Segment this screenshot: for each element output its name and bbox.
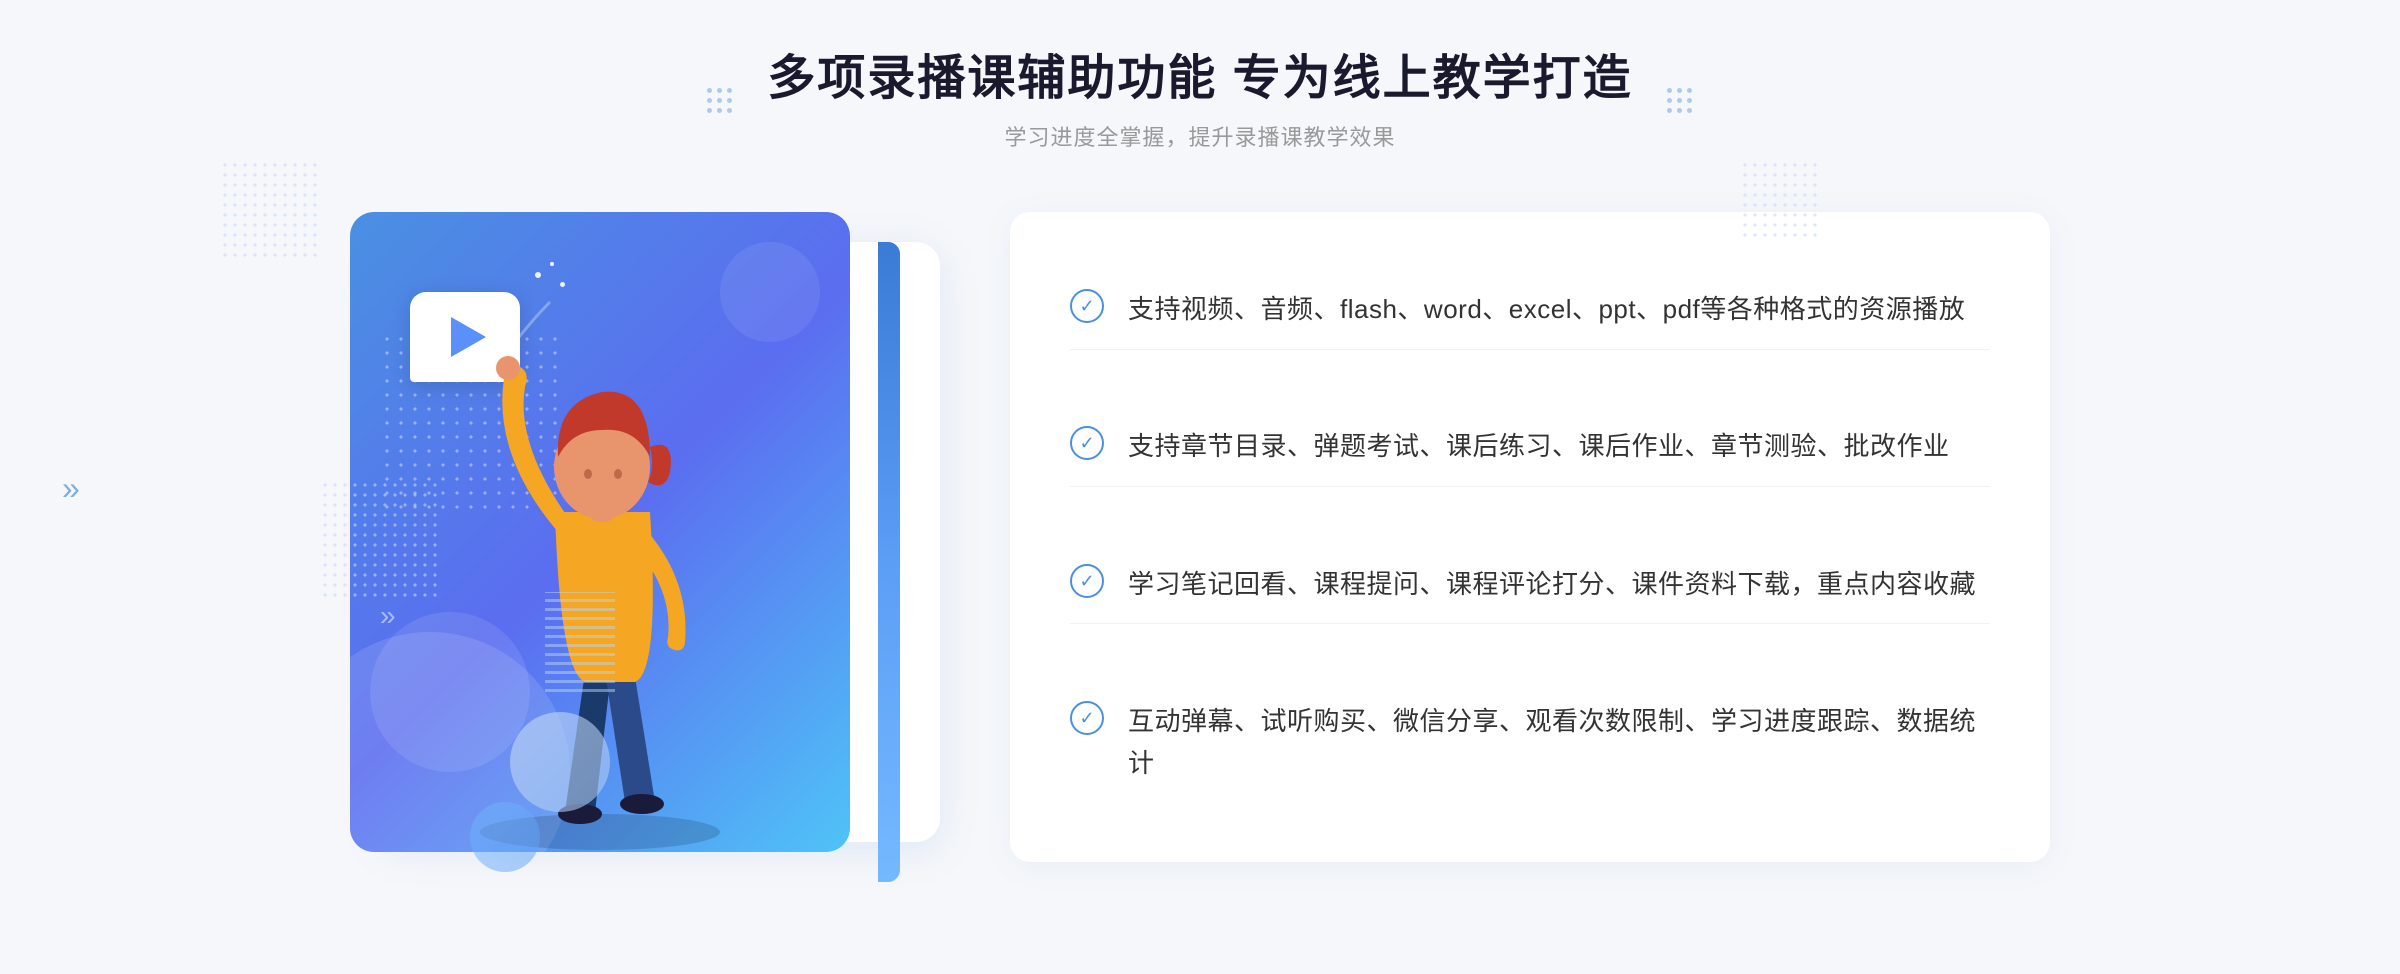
check-circle-1: ✓ [1070,289,1104,323]
feature-text-1: 支持视频、音频、flash、word、excel、ppt、pdf等各种格式的资源… [1128,289,1965,331]
feature-item-2: ✓ 支持章节目录、弹题考试、课后练习、课后作业、章节测验、批改作业 [1070,408,1990,487]
double-arrow-blue-icon: » [380,600,396,632]
content-area: » [350,192,2050,912]
deco-circle-blue-light [470,802,540,872]
blue-sidebar-strip [878,242,900,882]
check-circle-3: ✓ [1070,564,1104,598]
feature-item-4: ✓ 互动弹幕、试听购买、微信分享、观看次数限制、学习进度跟踪、数据统计 [1070,683,1990,802]
main-title: 多项录播课辅助功能 专为线上教学打造 [767,50,1632,108]
dot-pattern-left-bottom [320,480,440,600]
dot-pattern-right-top [1740,160,1820,240]
chevron-left-icon: » [62,470,80,507]
feature-text-2: 支持章节目录、弹题考试、课后练习、课后作业、章节测验、批改作业 [1128,426,1950,468]
header-decoration-right [1667,88,1693,114]
illustration-panel: » [350,212,990,892]
check-icon-1: ✓ [1079,297,1094,315]
feature-text-4: 互动弹幕、试听购买、微信分享、观看次数限制、学习进度跟踪、数据统计 [1128,701,1990,784]
header-decoration-left [707,88,733,114]
check-icon-2: ✓ [1079,434,1094,452]
feature-item-1: ✓ 支持视频、音频、flash、word、excel、ppt、pdf等各种格式的… [1070,271,1990,350]
feature-text-3: 学习笔记回看、课程提问、课程评论打分、课件资料下载，重点内容收藏 [1128,564,1976,606]
header-section: 多项录播课辅助功能 专为线上教学打造 学习进度全掌握，提升录播课教学效果 [767,50,1632,152]
page-container: 多项录播课辅助功能 专为线上教学打造 学习进度全掌握，提升录播课教学效果 [0,0,2400,974]
subtitle: 学习进度全掌握，提升录播课教学效果 [767,120,1632,152]
check-circle-2: ✓ [1070,426,1104,460]
check-icon-3: ✓ [1079,572,1094,590]
deco-circle-bottom-left [510,712,610,812]
sparkle-2 [550,262,554,266]
features-panel: ✓ 支持视频、音频、flash、word、excel、ppt、pdf等各种格式的… [1010,212,2050,862]
check-circle-4: ✓ [1070,701,1104,735]
check-icon-4: ✓ [1079,709,1094,727]
dot-pattern-left-top [220,160,320,260]
feature-item-3: ✓ 学习笔记回看、课程提问、课程评论打分、课件资料下载，重点内容收藏 [1070,546,1990,625]
stripe-deco [545,592,615,692]
